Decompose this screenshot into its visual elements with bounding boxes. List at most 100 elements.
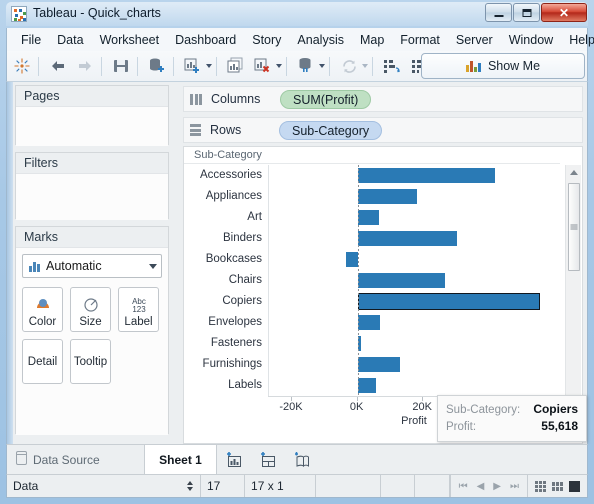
minimize-button[interactable] (485, 3, 512, 22)
bar-mark[interactable] (357, 378, 376, 393)
menu-item-dashboard[interactable]: Dashboard (167, 30, 244, 50)
marks-label-button[interactable]: Abc 123 Label (118, 287, 159, 332)
menu-item-help[interactable]: Help (561, 30, 594, 50)
first-page-icon[interactable]: ⏮ (459, 481, 468, 492)
new-dashboard-tab-button[interactable] (251, 445, 285, 474)
duplicate-sheet-icon[interactable] (224, 54, 248, 78)
toolbar-separator (173, 56, 174, 76)
status-cell-empty (415, 475, 450, 497)
sheet-tab-sheet-1[interactable]: Sheet 1 (145, 445, 217, 474)
menu-item-window[interactable]: Window (501, 30, 561, 50)
scrollbar-grip-icon (570, 224, 578, 230)
menu-item-story[interactable]: Story (244, 30, 289, 50)
new-data-source-icon[interactable] (145, 54, 169, 78)
rows-shelf[interactable]: Rows Sub-Category (183, 117, 583, 143)
pages-drop-zone[interactable] (16, 107, 168, 146)
new-story-tab-button[interactable] (285, 445, 319, 474)
menu-item-data[interactable]: Data (49, 30, 91, 50)
next-page-icon[interactable]: ▶ (493, 481, 501, 492)
chart-plot-area[interactable] (268, 165, 560, 396)
menu-item-format[interactable]: Format (392, 30, 448, 50)
new-worksheet-tab-button[interactable] (217, 445, 251, 474)
menu-item-worksheet[interactable]: Worksheet (92, 30, 168, 50)
category-label: Furnishings (202, 358, 262, 370)
toolbar-separator (372, 56, 373, 76)
marks-size-label: Size (79, 316, 102, 328)
view-dimensions: 17 x 1 (245, 475, 316, 497)
toolbar-separator (286, 56, 287, 76)
marks-card-title: Marks (16, 227, 168, 248)
bar-mark[interactable] (357, 189, 418, 204)
clear-sheet-icon[interactable] (251, 54, 275, 78)
view-mode-buttons (527, 475, 587, 497)
tooltip-value-sub-category: Copiers (533, 402, 578, 416)
pill-sub-category[interactable]: Sub-Category (279, 120, 383, 140)
marks-detail-button[interactable]: Detail (22, 339, 63, 384)
page-navigation: ⏮ ◀ ▶ ⏭ (449, 475, 527, 497)
show-cards-icon[interactable] (552, 481, 563, 491)
maximize-icon (522, 8, 531, 17)
scrollbar-thumb[interactable] (568, 183, 580, 271)
previous-page-icon[interactable]: ◀ (477, 481, 485, 492)
view-vertical-scrollbar[interactable] (565, 165, 581, 430)
chevron-down-icon[interactable] (276, 64, 282, 68)
toolbar: Show Me (6, 51, 588, 82)
data-selector[interactable]: Data (7, 475, 201, 497)
spinner-icon[interactable] (187, 481, 193, 491)
marks-size-button[interactable]: Size (70, 287, 111, 332)
chevron-down-icon (149, 263, 157, 269)
filters-drop-zone[interactable] (16, 174, 168, 220)
last-page-icon[interactable]: ⏭ (510, 481, 519, 492)
maximize-button[interactable] (513, 3, 540, 22)
x-axis-tick-label: -20K (279, 401, 303, 413)
tableau-home-icon[interactable] (10, 54, 34, 78)
bar-mark[interactable] (346, 252, 358, 267)
status-cell-empty (316, 475, 381, 497)
close-button[interactable]: ✕ (541, 3, 587, 22)
bar-mark[interactable] (357, 168, 496, 183)
marks-color-button[interactable]: Color (22, 287, 63, 332)
marks-tooltip-button[interactable]: Tooltip (70, 339, 111, 384)
data-source-tab[interactable]: Data Source (7, 445, 145, 474)
pages-card: Pages (15, 85, 169, 146)
marks-buttons: Color Size Abc 123 Label Detail Tooltip (22, 287, 162, 384)
menu-item-file[interactable]: File (13, 30, 49, 50)
bar-mark[interactable] (357, 210, 379, 225)
tooltip-value-profit: 55,618 (541, 419, 578, 433)
sort-ascending-icon[interactable] (380, 54, 404, 78)
bar-mark[interactable] (357, 293, 541, 310)
back-icon[interactable] (46, 54, 70, 78)
category-label: Appliances (205, 190, 262, 202)
size-circle-icon (71, 294, 110, 316)
new-worksheet-icon[interactable] (181, 54, 205, 78)
chevron-down-icon[interactable] (206, 64, 212, 68)
pill-sum-profit[interactable]: SUM(Profit) (280, 89, 372, 109)
data-source-icon (16, 451, 27, 468)
scroll-up-button[interactable] (566, 165, 582, 180)
toolbar-separator (137, 56, 138, 76)
save-icon[interactable] (109, 54, 133, 78)
forward-icon[interactable] (73, 54, 97, 78)
left-panel: Pages Filters Marks Automatic Color Size… (15, 82, 177, 444)
mark-type-dropdown[interactable]: Automatic (22, 254, 162, 278)
columns-shelf[interactable]: Columns SUM(Profit) (183, 86, 583, 112)
svg-text:123: 123 (132, 305, 146, 314)
bar-mark[interactable] (357, 231, 457, 246)
marks-card-body: Automatic Color Size Abc 123 Label Detai… (16, 248, 168, 435)
chevron-down-icon[interactable] (319, 64, 325, 68)
menu-item-server[interactable]: Server (448, 30, 501, 50)
marks-card: Marks Automatic Color Size Abc 123 Label… (15, 226, 169, 435)
marks-count: 17 (201, 475, 246, 497)
bar-mark[interactable] (357, 273, 445, 288)
swap-rows-columns-icon[interactable] (294, 54, 318, 78)
show-me-button[interactable]: Show Me (421, 53, 585, 79)
data-selector-label: Data (13, 479, 39, 493)
tooltip-key-profit: Profit: (446, 421, 477, 433)
menu-item-map[interactable]: Map (352, 30, 392, 50)
show-grid-icon[interactable] (535, 480, 546, 492)
bar-mark[interactable] (357, 315, 381, 330)
fit-view-icon[interactable] (569, 480, 580, 492)
worksheet-area: Columns SUM(Profit) Rows Sub-Category Su… (183, 82, 587, 444)
menu-item-analysis[interactable]: Analysis (289, 30, 352, 50)
bar-mark[interactable] (357, 357, 401, 372)
